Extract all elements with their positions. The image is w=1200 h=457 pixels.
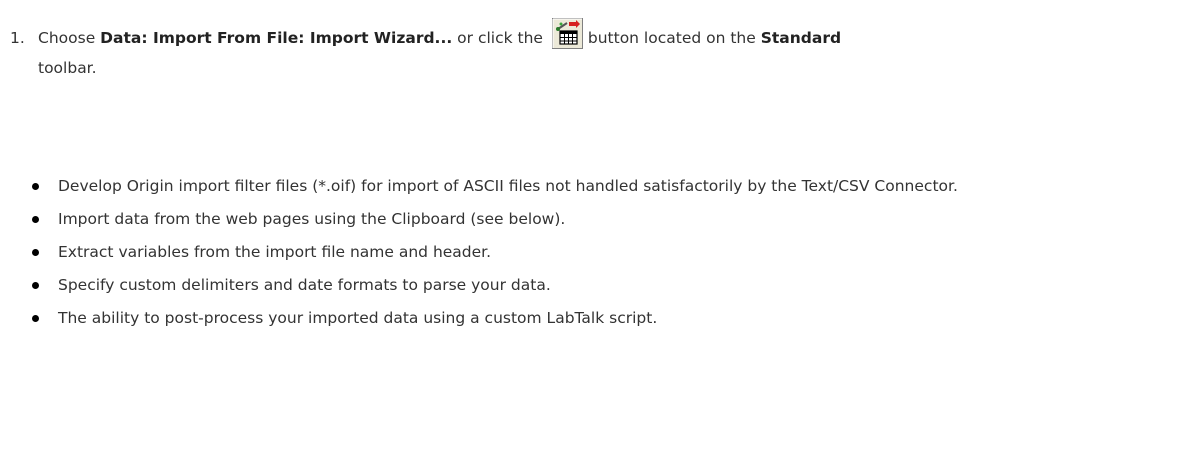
text-toolbar: toolbar. [38, 59, 97, 77]
import-wizard-icon[interactable] [551, 18, 583, 49]
list-item: Extract variables from the import file n… [32, 239, 1182, 266]
bullet-icon [32, 315, 39, 322]
step-text: Choose Data: Import From File: Import Wi… [38, 18, 842, 49]
bullet-icon [32, 183, 39, 190]
bullet-icon [32, 249, 39, 256]
list-item-text: Import data from the web pages using the… [58, 210, 566, 228]
bullet-icon [32, 282, 39, 289]
toolbar-name: Standard [760, 29, 842, 47]
list-item-text: Extract variables from the import file n… [58, 243, 492, 261]
step-1: 1. Choose Data: Import From File: Import … [10, 0, 1190, 83]
list-item-text: Specify custom delimiters and date forma… [58, 276, 551, 294]
list-item: Import data from the web pages using the… [32, 206, 1182, 233]
bullet-icon [32, 216, 39, 223]
menu-path: Data: Import From File: Import Wizard... [100, 29, 453, 47]
list-item-text: The ability to post-process your importe… [58, 309, 658, 327]
list-item: Develop Origin import filter files (*.oi… [32, 173, 1182, 200]
text-or-click: or click the [452, 29, 548, 47]
list-item-text: Develop Origin import filter files (*.oi… [58, 177, 958, 195]
list-item: Specify custom delimiters and date forma… [32, 272, 1182, 299]
text-button-located: button located on the [587, 29, 761, 47]
text-choose: Choose [38, 29, 101, 47]
list-item: The ability to post-process your importe… [32, 305, 1182, 332]
feature-list: Develop Origin import filter files (*.oi… [32, 173, 1182, 338]
step-number: 1. [10, 29, 25, 47]
